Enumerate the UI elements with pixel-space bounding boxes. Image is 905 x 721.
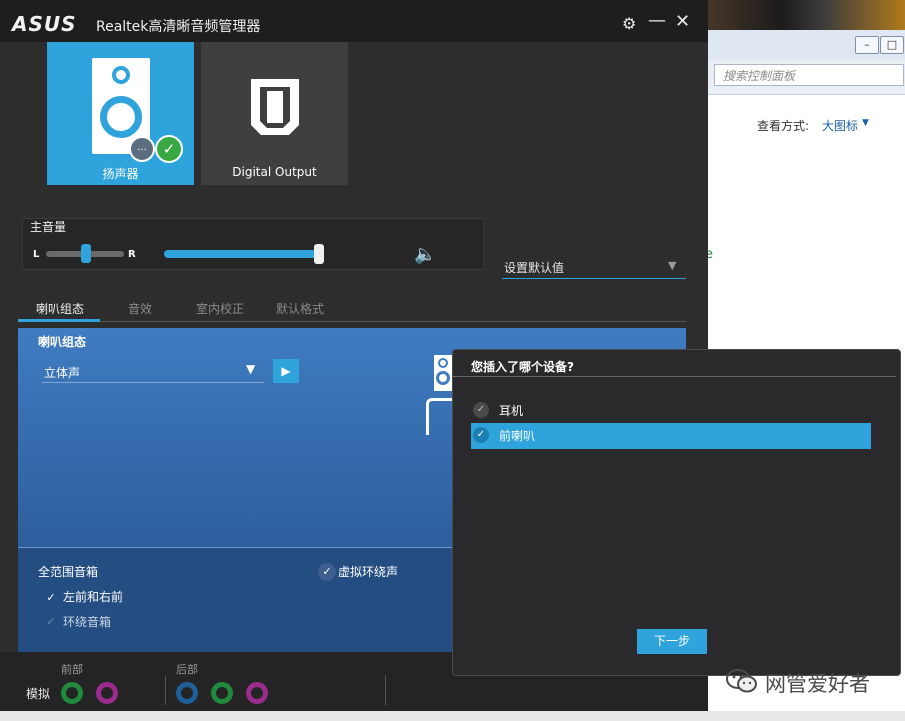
device-prompt-dialog [452, 349, 901, 676]
balance-right-label: R [128, 249, 136, 260]
headphone-option[interactable]: 耳机 [499, 402, 523, 419]
device-tile-speakers[interactable]: … ✓ 扬声器 [47, 42, 194, 185]
device-tile-digital-output[interactable]: Digital Output [201, 42, 348, 185]
front-jacks-label: 前部 [61, 663, 83, 676]
full-range-label: 全范围音箱 [38, 565, 99, 579]
master-volume-title: 主音量 [30, 220, 67, 234]
chevron-down-icon[interactable]: ▼ [246, 362, 255, 376]
view-by-label: 查看方式: [757, 119, 810, 133]
chat-bubble-icon: … [129, 136, 155, 162]
digital-output-icon [251, 79, 299, 135]
cp-minimize-button[interactable]: – [855, 36, 879, 54]
wechat-logo-icon [726, 669, 757, 693]
close-icon[interactable]: ✕ [675, 11, 690, 32]
play-test-button[interactable]: ▶ [273, 359, 299, 383]
tab-room-correction[interactable]: 室内校正 [196, 300, 244, 317]
volume-slider-track[interactable] [164, 250, 320, 258]
chevron-down-icon[interactable]: ▼ [668, 259, 676, 272]
device-label: Digital Output [232, 165, 317, 179]
default-device-check-icon: ✓ [155, 135, 183, 163]
front-speaker-option-check-icon[interactable]: ✓ [473, 427, 489, 443]
front-speaker-option[interactable]: 前喇叭 [499, 427, 535, 444]
device-label: 扬声器 [102, 167, 139, 181]
speaker-config-title: 喇叭组态 [38, 335, 87, 349]
jack-rear-blue[interactable] [176, 682, 198, 704]
jack-separator [385, 675, 386, 705]
tab-speaker-config[interactable]: 喇叭组态 [36, 300, 84, 317]
next-button[interactable]: 下一步 [637, 629, 707, 654]
tab-default-format[interactable]: 默认格式 [276, 300, 324, 317]
surround-checkbox[interactable]: ✓ [42, 613, 60, 631]
speaker-preview-icon [434, 355, 452, 391]
tab-sound-effects[interactable]: 音效 [128, 300, 152, 317]
desktop-background [700, 0, 905, 30]
front-lr-label: 左前和右前 [63, 590, 124, 604]
surround-label: 环绕音箱 [63, 615, 112, 629]
balance-slider-handle[interactable] [81, 244, 91, 263]
front-lr-checkbox[interactable]: ✓ [42, 589, 60, 607]
asus-logo: ASUS [12, 12, 77, 36]
balance-left-label: L [33, 249, 40, 260]
virtual-surround-checkbox[interactable]: ✓ [318, 563, 336, 581]
rear-jacks-label: 后部 [176, 663, 198, 676]
set-default-label[interactable]: 设置默认值 [504, 259, 564, 276]
virtual-surround-label: 虚拟环绕声 [338, 565, 399, 579]
jack-front-pink[interactable] [96, 682, 118, 704]
gear-icon[interactable]: ⚙ [622, 14, 636, 33]
dialog-title: 您插入了哪个设备? [471, 360, 574, 374]
control-panel-search-input[interactable]: 搜索控制面板 [714, 64, 904, 86]
jack-rear-pink[interactable] [246, 682, 268, 704]
minimize-icon[interactable]: — [648, 10, 666, 31]
app-title: Realtek高清晰音频管理器 [96, 19, 261, 35]
volume-slider-handle[interactable] [314, 244, 324, 264]
watermark-text: 网管爱好者 [765, 672, 870, 696]
desktop-bottom-strip [0, 711, 905, 721]
view-by-dropdown[interactable]: 大图标 [822, 117, 858, 134]
dialog-divider [452, 376, 896, 377]
jack-separator [165, 675, 166, 705]
cp-maximize-button[interactable]: □ [880, 36, 904, 54]
volume-speaker-icon[interactable]: 🔈 [414, 244, 436, 265]
tab-divider [18, 321, 686, 322]
active-tab-indicator [18, 319, 100, 322]
chevron-down-icon[interactable]: ▼ [862, 118, 869, 128]
analog-label: 模拟 [26, 687, 51, 701]
speaker-config-value[interactable]: 立体声 [44, 364, 80, 381]
jack-rear-green[interactable] [211, 682, 233, 704]
jack-front-green[interactable] [61, 682, 83, 704]
headphone-option-check-icon[interactable]: ✓ [473, 402, 489, 418]
